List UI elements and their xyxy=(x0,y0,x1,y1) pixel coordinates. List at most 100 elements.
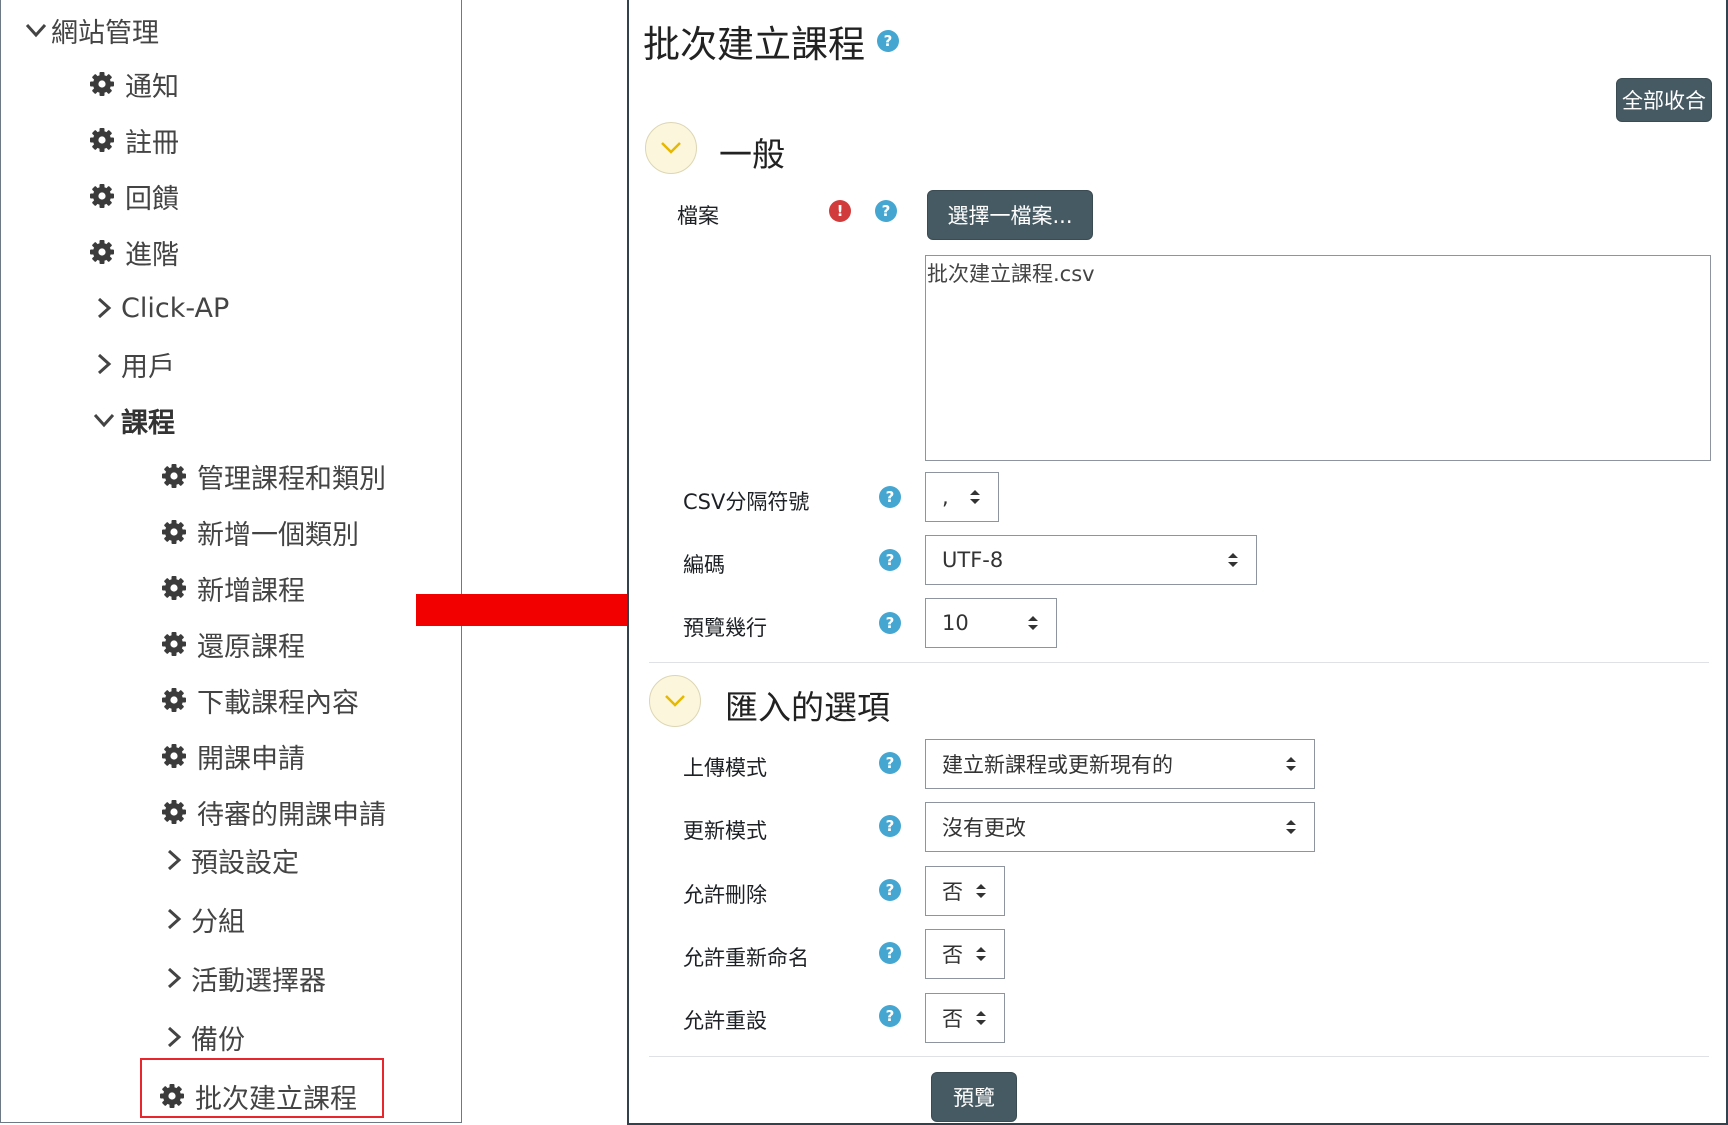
nav-item-download-content[interactable]: 下載課程內容 xyxy=(161,678,359,722)
divider xyxy=(649,662,1709,663)
section-import-title: 匯入的選項 xyxy=(725,688,890,727)
nav-label: 分組 xyxy=(191,906,245,938)
site-admin-nav: 網站管理 通知 註冊 回饋 進階 Click-AP 用戶 課程 管理課程和類別 … xyxy=(0,0,462,1123)
nav-item-default-settings[interactable]: 預設設定 xyxy=(161,838,299,882)
select-value: , xyxy=(942,485,949,509)
page-title-text: 批次建立課程 xyxy=(643,23,865,66)
gear-icon xyxy=(90,128,114,152)
nav-item-manage-courses[interactable]: 管理課程和類別 xyxy=(161,454,386,498)
allow-delete-label: 允許刪除 xyxy=(683,883,767,907)
nav-label: 通知 xyxy=(125,71,179,103)
allow-delete-select[interactable]: 否 xyxy=(925,866,1005,916)
allow-reset-label: 允許重設 xyxy=(683,1009,767,1033)
preview-button[interactable]: 預覽 xyxy=(931,1072,1017,1122)
chevron-right-icon xyxy=(167,967,182,989)
help-icon[interactable]: ? xyxy=(879,612,901,634)
nav-item-add-category[interactable]: 新增一個類別 xyxy=(161,510,359,554)
nav-item-pending-requests[interactable]: 待審的開課申請 xyxy=(161,790,386,834)
encoding-label: 編碼 xyxy=(683,553,725,577)
chevron-down-icon xyxy=(661,142,681,154)
required-icon: ! xyxy=(829,200,851,222)
select-value: 否 xyxy=(942,943,963,967)
choose-file-button[interactable]: 選擇一檔案... xyxy=(927,190,1093,240)
nav-label: 回饋 xyxy=(125,183,179,215)
select-value: 否 xyxy=(942,1007,963,1031)
chevron-down-icon xyxy=(665,695,685,707)
nav-site-admin[interactable]: 網站管理 xyxy=(23,8,159,52)
nav-label: 新增課程 xyxy=(197,575,305,607)
nav-label: 管理課程和類別 xyxy=(197,463,386,495)
gear-icon xyxy=(162,464,186,488)
nav-item-groups[interactable]: 分組 xyxy=(161,897,245,941)
upload-mode-label: 上傳模式 xyxy=(683,756,767,780)
sort-arrows-icon xyxy=(976,884,986,898)
help-icon[interactable]: ? xyxy=(879,1005,901,1027)
select-value: 否 xyxy=(942,880,963,904)
chevron-down-icon xyxy=(93,413,115,428)
update-mode-label: 更新模式 xyxy=(683,819,767,843)
help-icon[interactable]: ? xyxy=(879,879,901,901)
gear-icon xyxy=(162,520,186,544)
nav-item-feedback[interactable]: 回饋 xyxy=(89,174,179,218)
gear-icon xyxy=(90,240,114,264)
chevron-right-icon xyxy=(167,1026,182,1048)
preview-rows-label: 預覽幾行 xyxy=(683,616,767,640)
nav-label: 網站管理 xyxy=(51,17,159,49)
select-value: 沒有更改 xyxy=(942,816,1026,840)
gear-icon xyxy=(162,632,186,656)
nav-item-click-ap[interactable]: Click-AP xyxy=(91,286,229,330)
nav-label: 下載課程內容 xyxy=(197,687,359,719)
nav-label: 備份 xyxy=(191,1024,245,1056)
bulk-create-form-panel: 批次建立課程 ? 全部收合 一般 檔案 ! ? 選擇一檔案... 批次建立課程.… xyxy=(627,0,1728,1125)
nav-item-backup[interactable]: 備份 xyxy=(161,1015,245,1059)
gear-icon xyxy=(162,576,186,600)
file-label: 檔案 xyxy=(677,204,719,228)
nav-label: 活動選擇器 xyxy=(191,965,326,997)
nav-item-course-request[interactable]: 開課申請 xyxy=(161,734,305,778)
nav-item-add-course[interactable]: 新增課程 xyxy=(161,566,305,610)
nav-item-restore-course[interactable]: 還原課程 xyxy=(161,622,305,666)
update-mode-select[interactable]: 沒有更改 xyxy=(925,802,1315,852)
highlight-box xyxy=(140,1058,384,1118)
allow-rename-select[interactable]: 否 xyxy=(925,929,1005,979)
preview-rows-select[interactable]: 10 xyxy=(925,598,1057,648)
chevron-right-icon xyxy=(97,353,112,375)
help-icon[interactable]: ? xyxy=(875,200,897,222)
nav-item-users[interactable]: 用戶 xyxy=(91,342,175,386)
uploaded-file-name[interactable]: 批次建立課程.csv xyxy=(927,258,1095,288)
csv-delimiter-select[interactable]: , xyxy=(925,472,999,522)
encoding-select[interactable]: UTF-8 xyxy=(925,535,1257,585)
nav-item-advanced[interactable]: 進階 xyxy=(89,230,179,274)
chevron-down-icon xyxy=(25,23,47,38)
collapse-all-button[interactable]: 全部收合 xyxy=(1616,78,1712,122)
help-icon[interactable]: ? xyxy=(877,30,899,52)
chevron-right-icon xyxy=(167,908,182,930)
help-icon[interactable]: ? xyxy=(879,752,901,774)
divider xyxy=(649,1056,1709,1057)
sort-arrows-icon xyxy=(970,490,980,504)
nav-label: Click-AP xyxy=(121,292,230,324)
select-value: UTF-8 xyxy=(942,548,1004,572)
nav-label: 開課申請 xyxy=(197,743,305,775)
chevron-right-icon xyxy=(167,849,182,871)
nav-item-courses[interactable]: 課程 xyxy=(91,398,175,442)
help-icon[interactable]: ? xyxy=(879,486,901,508)
nav-label: 註冊 xyxy=(125,127,179,159)
sort-arrows-icon xyxy=(976,947,986,961)
gear-icon xyxy=(90,72,114,96)
nav-item-activity-chooser[interactable]: 活動選擇器 xyxy=(161,956,326,1000)
nav-item-registration[interactable]: 註冊 xyxy=(89,118,179,162)
nav-label: 還原課程 xyxy=(197,631,305,663)
nav-item-notifications[interactable]: 通知 xyxy=(89,62,179,106)
allow-reset-select[interactable]: 否 xyxy=(925,993,1005,1043)
help-icon[interactable]: ? xyxy=(879,815,901,837)
section-import-toggle[interactable] xyxy=(649,675,701,727)
upload-mode-select[interactable]: 建立新課程或更新現有的 xyxy=(925,739,1315,789)
help-icon[interactable]: ? xyxy=(879,942,901,964)
section-general-toggle[interactable] xyxy=(645,122,697,174)
page-title: 批次建立課程 ? xyxy=(643,14,899,68)
gear-icon xyxy=(90,184,114,208)
help-icon[interactable]: ? xyxy=(879,549,901,571)
sort-arrows-icon xyxy=(1286,757,1296,771)
gear-icon xyxy=(162,800,186,824)
